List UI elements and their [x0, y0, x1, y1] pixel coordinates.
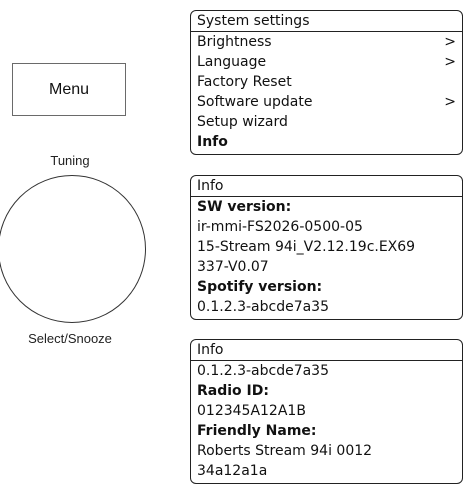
chevron-right-icon: >	[444, 34, 456, 50]
screen-row[interactable]: Info	[191, 132, 462, 152]
screen-row[interactable]: Language >	[191, 52, 462, 72]
screen-row: ir-mmi-FS2026-0500-05	[191, 217, 462, 237]
screen-row-text: SW version:	[197, 199, 292, 215]
screen-row: 337-V0.07	[191, 257, 462, 277]
screen-row: 34a12a1a	[191, 461, 462, 481]
screen-row-text: Radio ID:	[197, 383, 269, 399]
screen-row-text: Software update	[197, 94, 313, 110]
screen-row: Radio ID:	[191, 381, 462, 401]
select-snooze-label: Select/Snooze	[28, 331, 112, 346]
screen-header: Info	[191, 176, 462, 197]
screen-row: 012345A12A1B	[191, 401, 462, 421]
chevron-right-icon: >	[444, 54, 456, 70]
screen-row: Roberts Stream 94i 0012	[191, 441, 462, 461]
screen-header: System settings	[191, 11, 462, 32]
system-settings-screen: System settings Brightness > Language > Facto…	[190, 10, 463, 155]
screen-row-text: Roberts Stream 94i 0012	[197, 443, 373, 459]
chevron-right-icon: >	[444, 94, 456, 110]
screen-row-text: 012345A12A1B	[197, 403, 306, 419]
screen-row[interactable]: Brightness >	[191, 32, 462, 52]
screen-row-text: Friendly Name:	[197, 423, 317, 439]
screen-row-text: 0.1.2.3-abcde7a35	[197, 363, 329, 379]
screen-row-text: Spotify version:	[197, 279, 323, 295]
screen-row: 15-Stream 94i_V2.12.19c.EX69	[191, 237, 462, 257]
screen-row: Friendly Name:	[191, 421, 462, 441]
screen-row: 0.1.2.3-abcde7a35	[191, 361, 462, 381]
screen-row: Spotify version:	[191, 277, 462, 297]
screen-row: 0.1.2.3-abcde7a35	[191, 297, 462, 317]
menu-button-label: Menu	[48, 80, 90, 98]
screen-row-text: ir-mmi-FS2026-0500-05	[197, 219, 363, 235]
screen-row-text: Setup wizard	[197, 114, 288, 130]
screen-row-text: Factory Reset	[197, 74, 292, 90]
info-screen-1: Info SW version: ir-mmi-FS2026-0500-05 15-S…	[190, 175, 463, 320]
screen-row-text: 337-V0.07	[197, 259, 269, 275]
screen-row-text: Brightness	[197, 34, 272, 50]
screen-row-text: 34a12a1a	[197, 463, 268, 479]
menu-button[interactable]: Menu	[12, 63, 126, 116]
screen-row[interactable]: Factory Reset	[191, 72, 462, 92]
screen-row-text: 0.1.2.3-abcde7a35	[197, 299, 329, 315]
tuning-label: Tuning	[50, 153, 90, 168]
screen-row-text: 15-Stream 94i_V2.12.19c.EX69	[197, 239, 416, 255]
screen-row[interactable]: Software update >	[191, 92, 462, 112]
screen-row-text: Info	[197, 134, 228, 150]
screen-row[interactable]: Setup wizard	[191, 112, 462, 132]
screen-row: SW version:	[191, 197, 462, 217]
info-screen-2: Info 0.1.2.3-abcde7a35 Radio ID: 012345A12A…	[190, 339, 463, 484]
tuning-knob[interactable]	[0, 175, 146, 323]
screen-row-text: Language	[197, 54, 267, 70]
screen-header: Info	[191, 340, 462, 361]
